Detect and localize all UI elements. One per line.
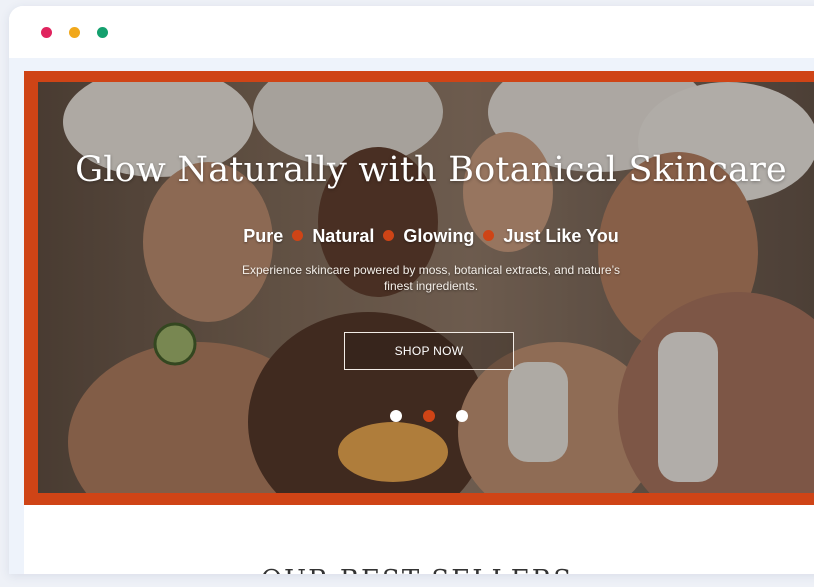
shop-now-button[interactable]: SHOP NOW bbox=[344, 332, 514, 370]
tagline-separator-dot bbox=[292, 230, 304, 241]
tagline-separator-dot bbox=[483, 230, 495, 241]
tagline-word: Glowing bbox=[403, 226, 475, 246]
carousel-dot-2-active[interactable] bbox=[423, 410, 435, 422]
hero-tagline: Pure Natural Glowing Just Like You bbox=[38, 226, 814, 247]
hero-slide: Glow Naturally with Botanical Skincare P… bbox=[38, 82, 814, 493]
minimize-window-button[interactable] bbox=[69, 27, 80, 38]
hero-banner: Glow Naturally with Botanical Skincare P… bbox=[24, 71, 814, 505]
close-window-button[interactable] bbox=[41, 27, 52, 38]
page-viewport: Glow Naturally with Botanical Skincare P… bbox=[9, 58, 814, 574]
carousel-indicators bbox=[390, 410, 510, 424]
hero-description: Experience skincare powered by moss, bot… bbox=[242, 263, 620, 293]
title-bar bbox=[9, 6, 814, 58]
tagline-separator-dot bbox=[383, 230, 395, 241]
tagline-word: Natural bbox=[312, 226, 375, 246]
hero-title: Glow Naturally with Botanical Skincare bbox=[75, 150, 787, 190]
section-title: OUR BEST SELLERS bbox=[24, 565, 810, 574]
tagline-word: Pure bbox=[243, 226, 284, 246]
tagline-word: Just Like You bbox=[503, 226, 619, 246]
best-sellers-section: OUR BEST SELLERS bbox=[24, 505, 814, 574]
browser-window: Glow Naturally with Botanical Skincare P… bbox=[9, 6, 814, 574]
carousel-dot-1[interactable] bbox=[390, 410, 402, 422]
carousel-dot-3[interactable] bbox=[456, 410, 468, 422]
zoom-window-button[interactable] bbox=[97, 27, 108, 38]
